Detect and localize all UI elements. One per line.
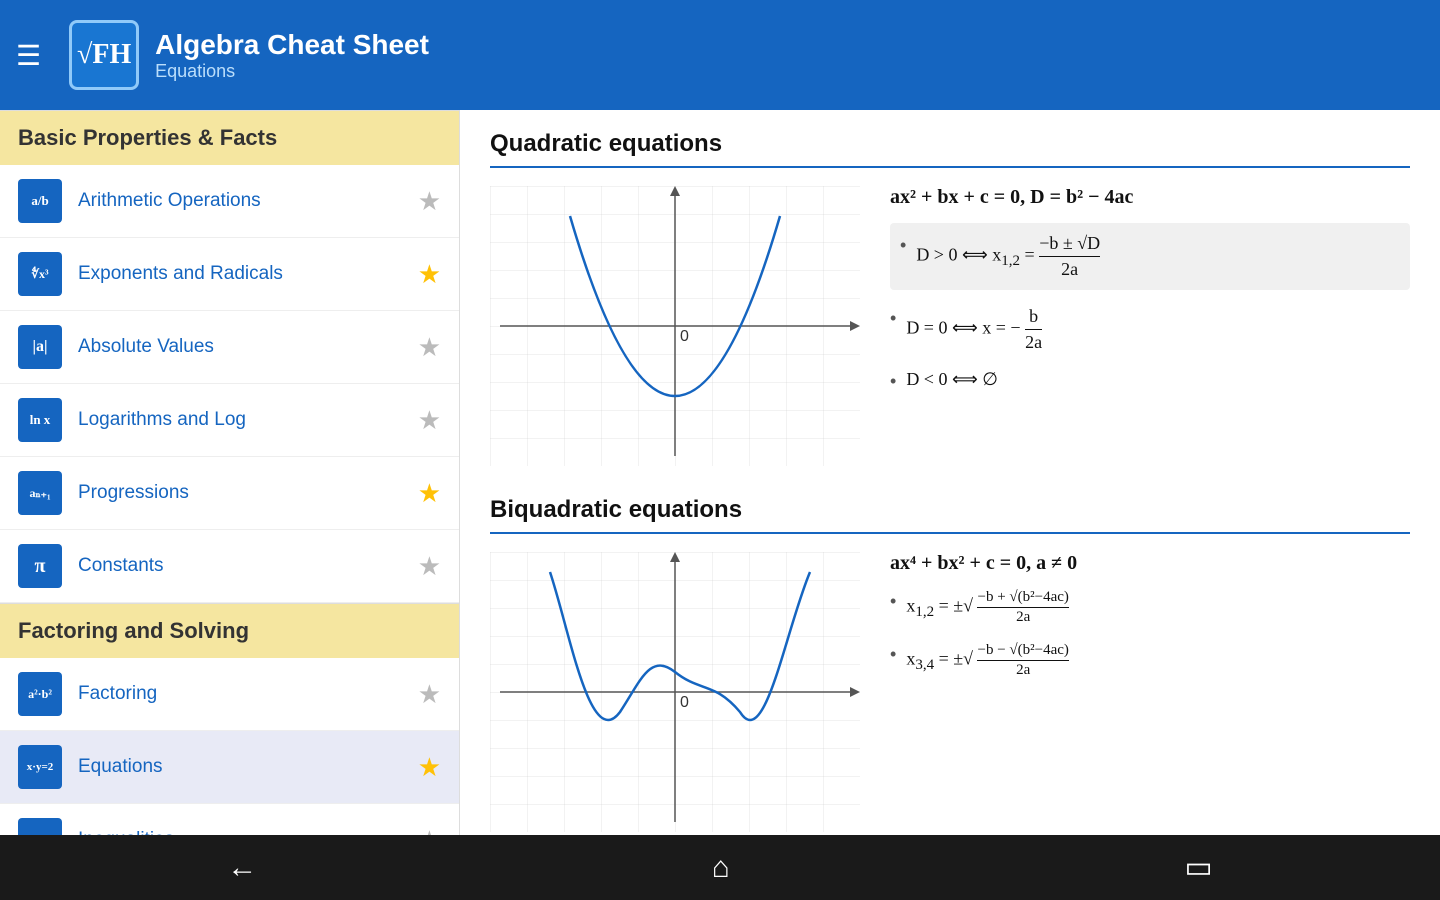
biquadratic-title: Biquadratic equations <box>490 496 1410 534</box>
bullet-5: • <box>890 644 896 665</box>
quadratic-formulas: ax² + bx + c = 0, D = b² − 4ac • D > 0 ⟺… <box>890 186 1410 408</box>
sidebar: Basic Properties & Facts a/b Arithmetic … <box>0 110 460 835</box>
arithmetic-label: Arithmetic Operations <box>78 190 418 212</box>
recents-button[interactable]: ▭ <box>1144 842 1252 893</box>
equations-icon: x·y=2 <box>18 745 62 789</box>
quadratic-graph: 0 <box>490 186 860 466</box>
formula-d-eq-0-text: D = 0 ⟺ x = − b 2a <box>906 306 1042 353</box>
logarithms-star[interactable]: ★ <box>418 405 441 436</box>
exponents-star[interactable]: ★ <box>418 259 441 290</box>
constants-label: Constants <box>78 555 418 577</box>
quadratic-title: Quadratic equations <box>490 130 1410 168</box>
logarithms-label: Logarithms and Log <box>78 409 418 431</box>
app-icon: √FH <box>69 20 139 90</box>
inequalities-icon: a>0 <box>18 818 62 835</box>
formula-d-eq-0: • D = 0 ⟺ x = − b 2a <box>890 306 1410 353</box>
progressions-label: Progressions <box>78 482 418 504</box>
bullet-1: • <box>900 235 906 256</box>
svg-text:0: 0 <box>680 328 689 345</box>
bullet-2: • <box>890 308 896 329</box>
main-layout: Basic Properties & Facts a/b Arithmetic … <box>0 110 1440 835</box>
constants-star[interactable]: ★ <box>418 551 441 582</box>
absolute-label: Absolute Values <box>78 336 418 358</box>
sidebar-item-exponents[interactable]: ∜x³ Exponents and Radicals ★ <box>0 238 459 311</box>
arithmetic-star[interactable]: ★ <box>418 186 441 217</box>
quadratic-svg: 0 <box>490 186 860 466</box>
back-button[interactable]: ← <box>187 843 297 893</box>
arithmetic-icon: a/b <box>18 179 62 223</box>
app-title: Algebra Cheat Sheet <box>155 29 429 61</box>
menu-icon[interactable]: ☰ <box>16 39 41 72</box>
sidebar-item-equations[interactable]: x·y=2 Equations ★ <box>0 731 459 804</box>
app-subtitle: Equations <box>155 61 429 82</box>
sidebar-item-inequalities[interactable]: a>0 Inequalities ★ <box>0 804 459 835</box>
formula-x34: • x3,4 = ±√ −b − √(b²−4ac) 2a <box>890 642 1410 679</box>
formula-x12-text: x1,2 = ±√ −b + √(b²−4ac) 2a <box>906 589 1069 626</box>
formula-d-lt-0: • D < 0 ⟺ ∅ <box>890 369 1410 392</box>
sidebar-item-logarithms[interactable]: ln x Logarithms and Log ★ <box>0 384 459 457</box>
biquadratic-body: 0 ax⁴ + bx² + c = 0, a ≠ 0 • x1,2 = ±√ <box>490 552 1410 832</box>
progressions-star[interactable]: ★ <box>418 478 441 509</box>
sidebar-item-constants[interactable]: π Constants ★ <box>0 530 459 603</box>
bullet-3: • <box>890 371 896 392</box>
formula-d-gt-0: • D > 0 ⟺ x1,2 = −b ± √D 2a <box>890 223 1410 290</box>
inequalities-label: Inequalities <box>78 829 418 835</box>
sidebar-item-factoring[interactable]: a²·b² Factoring ★ <box>0 658 459 731</box>
svg-text:0: 0 <box>680 694 689 711</box>
exponents-icon: ∜x³ <box>18 252 62 296</box>
formula-x12: • x1,2 = ±√ −b + √(b²−4ac) 2a <box>890 589 1410 626</box>
biquadratic-main-formula: ax⁴ + bx² + c = 0, a ≠ 0 <box>890 552 1410 575</box>
quadratic-body: 0 ax² + bx + c = 0, D = b² − 4ac • D > 0… <box>490 186 1410 466</box>
quadratic-section: Quadratic equations <box>490 130 1410 466</box>
absolute-star[interactable]: ★ <box>418 332 441 363</box>
quadratic-main-formula: ax² + bx + c = 0, D = b² − 4ac <box>890 186 1410 209</box>
topbar: ☰ √FH Algebra Cheat Sheet Equations <box>0 0 1440 110</box>
formula-x34-text: x3,4 = ±√ −b − √(b²−4ac) 2a <box>906 642 1069 679</box>
factoring-label: Factoring <box>78 683 418 705</box>
inequalities-star[interactable]: ★ <box>418 825 441 836</box>
sidebar-item-absolute[interactable]: |a| Absolute Values ★ <box>0 311 459 384</box>
sidebar-item-progressions[interactable]: aₙ₊₁ Progressions ★ <box>0 457 459 530</box>
formula-d-gt-0-text: D > 0 ⟺ x1,2 = −b ± √D 2a <box>916 233 1100 280</box>
progressions-icon: aₙ₊₁ <box>18 471 62 515</box>
factoring-star[interactable]: ★ <box>418 679 441 710</box>
app-title-block: Algebra Cheat Sheet Equations <box>155 29 429 82</box>
absolute-icon: |a| <box>18 325 62 369</box>
home-button[interactable]: ⌂ <box>672 843 770 893</box>
content-area: Quadratic equations <box>460 110 1440 835</box>
bullet-4: • <box>890 591 896 612</box>
exponents-label: Exponents and Radicals <box>78 263 418 285</box>
factoring-icon: a²·b² <box>18 672 62 716</box>
section-header-factoring: Factoring and Solving <box>0 603 459 658</box>
equations-label: Equations <box>78 756 418 778</box>
equations-star[interactable]: ★ <box>418 752 441 783</box>
section-header-basic: Basic Properties & Facts <box>0 110 459 165</box>
biquadratic-formulas: ax⁴ + bx² + c = 0, a ≠ 0 • x1,2 = ±√ −b … <box>890 552 1410 695</box>
constants-icon: π <box>18 544 62 588</box>
bottom-nav: ← ⌂ ▭ <box>0 835 1440 900</box>
logarithms-icon: ln x <box>18 398 62 442</box>
formula-d-lt-0-text: D < 0 ⟺ ∅ <box>906 369 998 390</box>
biquadratic-section: Biquadratic equations <box>490 496 1410 832</box>
biquadratic-svg: 0 <box>490 552 860 832</box>
biquadratic-graph: 0 <box>490 552 860 832</box>
sidebar-item-arithmetic[interactable]: a/b Arithmetic Operations ★ <box>0 165 459 238</box>
